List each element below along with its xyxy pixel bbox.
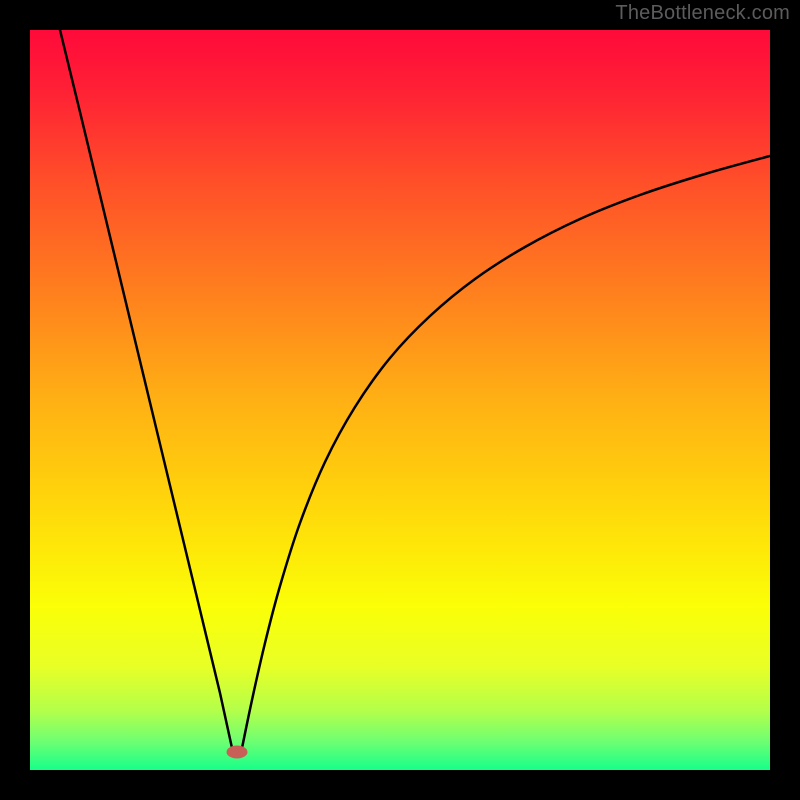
- watermark-text: TheBottleneck.com: [615, 2, 790, 25]
- chart-svg: [30, 30, 770, 770]
- plot-area: [30, 30, 770, 770]
- gradient-background: [30, 30, 770, 770]
- vertex-marker: [227, 746, 247, 758]
- chart-frame: TheBottleneck.com: [0, 0, 800, 800]
